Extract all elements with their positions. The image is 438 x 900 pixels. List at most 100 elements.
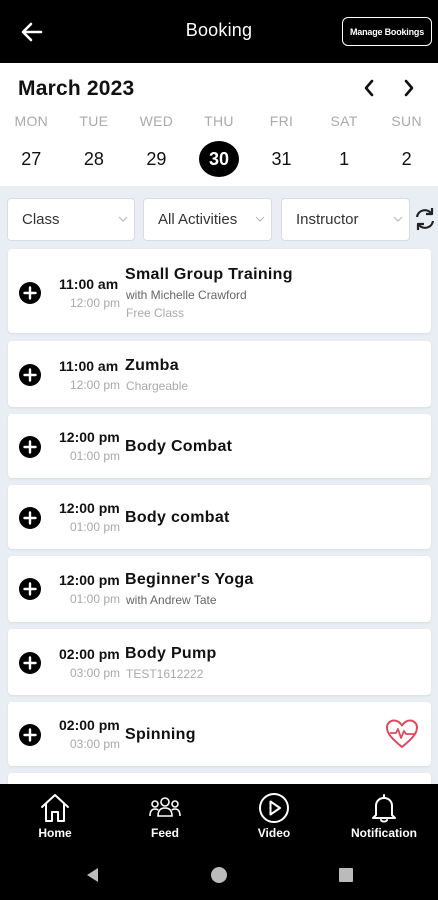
add-circle-icon[interactable] bbox=[19, 364, 41, 386]
class-card[interactable]: 02:00 pm 03:00 pm Body Pump TEST1612222 bbox=[8, 629, 431, 695]
day-tue[interactable]: TUE 28 bbox=[63, 113, 126, 177]
system-recents-icon[interactable] bbox=[336, 865, 356, 885]
day-name: SUN bbox=[391, 113, 422, 129]
class-name: Zumba bbox=[125, 357, 179, 374]
day-name: MON bbox=[14, 113, 49, 129]
start-time: 02:00 pm bbox=[59, 646, 120, 662]
instructor-filter-value: Instructor bbox=[296, 211, 359, 228]
start-time: 12:00 pm bbox=[59, 429, 120, 445]
nav-video[interactable]: Video bbox=[249, 784, 299, 850]
add-circle-icon[interactable] bbox=[19, 724, 41, 746]
day-sat[interactable]: SAT 1 bbox=[313, 113, 376, 177]
class-name: Body combat bbox=[125, 509, 230, 526]
activities-filter-value: All Activities bbox=[158, 211, 238, 228]
bottom-navigation: Home Feed Video Notification bbox=[0, 784, 438, 850]
app-header: Booking Manage Bookings bbox=[0, 0, 438, 63]
start-time: 02:00 pm bbox=[59, 717, 120, 733]
class-filter-dropdown[interactable]: Class bbox=[7, 198, 135, 241]
day-number: 29 bbox=[146, 148, 167, 169]
class-name: Body Pump bbox=[125, 645, 217, 662]
system-back-icon[interactable] bbox=[83, 865, 103, 885]
nav-feed-label: Feed bbox=[150, 826, 179, 840]
end-time: 01:00 pm bbox=[70, 592, 121, 606]
class-card[interactable]: 12:00 pm 01:00 pm Beginner's Yoga with A… bbox=[8, 556, 431, 622]
people-icon bbox=[149, 797, 181, 817]
day-number: 30 bbox=[198, 141, 239, 177]
class-card[interactable]: 12:00 pm 01:00 pm Body Combat bbox=[8, 414, 431, 478]
end-time: 12:00 pm bbox=[70, 378, 121, 392]
chevron-down-icon bbox=[255, 216, 265, 222]
price-text: TEST1612222 bbox=[126, 667, 204, 681]
end-time: 12:00 pm bbox=[70, 296, 121, 310]
day-name: TUE bbox=[79, 113, 109, 129]
end-time: 01:00 pm bbox=[70, 449, 121, 463]
add-circle-icon[interactable] bbox=[19, 282, 41, 304]
nav-notification[interactable]: Notification bbox=[348, 784, 420, 850]
class-card[interactable]: 11:00 am 12:00 pm Small Group Training w… bbox=[8, 249, 431, 333]
nav-video-label: Video bbox=[257, 826, 291, 840]
home-icon bbox=[41, 794, 69, 822]
price-text: Free Class bbox=[126, 306, 185, 320]
day-sun[interactable]: SUN 2 bbox=[375, 113, 438, 177]
system-home-icon[interactable] bbox=[209, 865, 229, 885]
class-name: Small Group Training bbox=[125, 266, 293, 283]
heart-rate-icon bbox=[386, 719, 418, 748]
class-card[interactable]: 11:00 am 12:00 pm Zumba Chargeable bbox=[8, 341, 431, 407]
start-time: 12:00 pm bbox=[59, 572, 120, 588]
day-number: 1 bbox=[339, 148, 350, 169]
day-number: 31 bbox=[271, 148, 292, 169]
refresh-button[interactable] bbox=[413, 206, 437, 232]
day-name: SAT bbox=[330, 113, 358, 129]
previous-week-button[interactable] bbox=[356, 75, 382, 101]
class-name: Body Combat bbox=[125, 438, 233, 455]
chevron-down-icon bbox=[393, 216, 403, 222]
system-navigation-bar bbox=[0, 850, 438, 900]
add-circle-icon[interactable] bbox=[19, 578, 41, 600]
filter-bar: Class All Activities Instructor bbox=[0, 198, 438, 242]
day-number: 2 bbox=[401, 148, 412, 169]
day-wed[interactable]: WED 29 bbox=[125, 113, 188, 177]
instructor-text: with Andrew Tate bbox=[126, 593, 217, 607]
add-circle-icon[interactable] bbox=[19, 652, 41, 674]
day-number: 27 bbox=[21, 148, 42, 169]
start-time: 11:00 am bbox=[59, 358, 119, 374]
end-time: 01:00 pm bbox=[70, 520, 121, 534]
start-time: 12:00 pm bbox=[59, 500, 120, 516]
week-calendar: March 2023 MON 27 TUE 28 WED 29 THU 30 FRI 31… bbox=[0, 63, 438, 186]
day-name: WED bbox=[139, 113, 174, 129]
chevron-left-icon bbox=[364, 79, 374, 97]
class-name: Beginner's Yoga bbox=[125, 571, 254, 588]
day-name: FRI bbox=[269, 113, 294, 129]
nav-feed[interactable]: Feed bbox=[140, 784, 190, 850]
nav-home[interactable]: Home bbox=[30, 784, 80, 850]
class-list-area: Class All Activities Instructor 11:00 am… bbox=[0, 186, 438, 784]
add-circle-icon[interactable] bbox=[19, 436, 41, 458]
end-time: 03:00 pm bbox=[70, 666, 121, 680]
end-time: 03:00 pm bbox=[70, 737, 121, 751]
class-name: Spinning bbox=[125, 726, 196, 743]
class-card[interactable] bbox=[8, 773, 431, 784]
day-row: MON 27 TUE 28 WED 29 THU 30 FRI 31 SAT 1 SUN 2 bbox=[0, 113, 438, 177]
nav-notification-label: Notification bbox=[351, 826, 417, 840]
day-name: THU bbox=[204, 113, 234, 129]
start-time: 11:00 am bbox=[59, 276, 119, 292]
chevron-down-icon bbox=[118, 216, 128, 222]
day-fri[interactable]: FRI 31 bbox=[250, 113, 313, 177]
activities-filter-dropdown[interactable]: All Activities bbox=[143, 198, 272, 241]
nav-home-label: Home bbox=[38, 826, 72, 840]
manage-bookings-button[interactable]: Manage Bookings bbox=[342, 17, 432, 46]
class-filter-value: Class bbox=[22, 211, 60, 228]
next-week-button[interactable] bbox=[396, 75, 422, 101]
add-circle-icon[interactable] bbox=[19, 507, 41, 529]
day-thu-selected[interactable]: THU 30 bbox=[188, 113, 251, 177]
class-card[interactable]: 12:00 pm 01:00 pm Body combat bbox=[8, 485, 431, 549]
instructor-text: with Michelle Crawford bbox=[126, 288, 247, 302]
day-mon[interactable]: MON 27 bbox=[0, 113, 63, 177]
price-text: Chargeable bbox=[126, 379, 189, 393]
day-number: 28 bbox=[83, 148, 104, 169]
class-card[interactable]: 02:00 pm 03:00 pm Spinning bbox=[8, 702, 431, 766]
instructor-filter-dropdown[interactable]: Instructor bbox=[281, 198, 410, 241]
month-label: March 2023 bbox=[18, 77, 135, 100]
refresh-icon bbox=[415, 208, 435, 230]
chevron-right-icon bbox=[404, 79, 414, 97]
